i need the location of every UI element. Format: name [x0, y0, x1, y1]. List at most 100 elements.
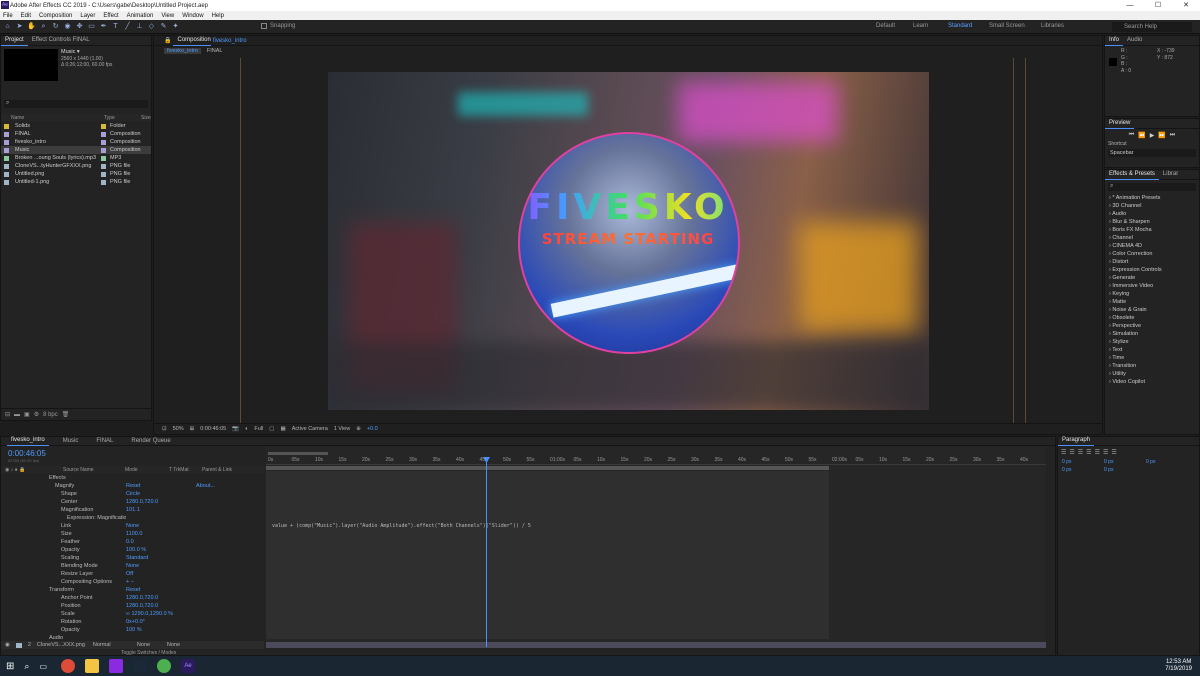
tab-render-queue[interactable]: Render Queue [127, 437, 174, 446]
tab-effect-controls[interactable]: Effect Controls FINAL [28, 36, 94, 45]
composition-canvas[interactable]: FIVESKO STREAM STARTING [328, 72, 929, 410]
workspace-small-screen[interactable]: Small Screen [989, 23, 1025, 29]
project-settings-icon[interactable]: ⚙ [34, 411, 39, 418]
property-value[interactable]: Standard [126, 555, 196, 561]
expression-text[interactable]: value + (comp("Music").layer("Audio Ampl… [272, 523, 531, 529]
file-explorer-icon[interactable] [85, 659, 99, 673]
timeline-track-area[interactable]: 0s 05s 10s 15s 20s 25s 30s 35s 40s 45s 50s 55s 01:00… [266, 447, 1046, 648]
property-value[interactable]: 100 % [126, 627, 196, 633]
col-mode[interactable]: Mode [125, 467, 169, 473]
work-area-bar[interactable] [266, 466, 829, 470]
property-row[interactable]: Opacity 100 % [1, 626, 264, 634]
lock-icon[interactable]: 🔒 [164, 37, 171, 44]
effects-category[interactable]: › 3D Channel [1105, 202, 1199, 210]
property-value[interactable]: 0x+0.0° [126, 619, 196, 625]
tab-timeline-fivesko-intro[interactable]: fivesko_intro [7, 436, 49, 446]
color-channel-icon[interactable]: ◐ [245, 426, 248, 432]
label-color-swatch[interactable] [4, 139, 9, 145]
menu-help[interactable]: Help [212, 13, 224, 19]
effects-category[interactable]: › Matte [1105, 298, 1199, 306]
col-size[interactable]: Size [141, 115, 151, 121]
tab-composition[interactable]: Composition [173, 36, 211, 46]
project-row[interactable]: Untitled-1.png PNG file [1, 178, 151, 186]
work-area-navigator[interactable] [268, 452, 328, 455]
steam-icon[interactable] [133, 659, 147, 673]
property-row[interactable]: Transform Reset [1, 586, 264, 594]
property-value[interactable]: Reset [126, 483, 196, 489]
property-value[interactable]: Circle [126, 491, 196, 497]
tab-project[interactable]: Project [1, 36, 28, 46]
close-button[interactable]: ✕ [1172, 0, 1200, 11]
space-after-value[interactable]: 0 px [1104, 467, 1144, 473]
tab-preview[interactable]: Preview [1105, 119, 1135, 129]
layer-row-2[interactable]: ◉ 2 CloneVS...XXX.png Normal None None [1, 641, 264, 649]
workspace-default[interactable]: Default [876, 23, 895, 29]
exposure-value[interactable]: +0.0 [367, 426, 378, 432]
menu-effect[interactable]: Effect [103, 13, 118, 19]
property-value[interactable]: 1280.0,720.0 [126, 595, 196, 601]
minimize-button[interactable]: — [1116, 0, 1144, 11]
label-color-swatch[interactable] [4, 147, 9, 153]
property-row[interactable]: Scale ∞ 1290.0,1290.0 % [1, 610, 264, 618]
col-source-name[interactable]: Source Name [63, 467, 125, 473]
property-row[interactable]: Anchor Point 1280.0,720.0 [1, 594, 264, 602]
workspace-libraries[interactable]: Libraries [1041, 23, 1064, 29]
effects-category[interactable]: › Expression Controls [1105, 266, 1199, 274]
project-row[interactable]: Solids Folder [1, 122, 151, 130]
pen-tool-icon[interactable]: ✒ [99, 22, 108, 31]
shortcut-dropdown[interactable]: Spacebar [1108, 149, 1196, 157]
col-trkmat[interactable]: T TrkMat [169, 467, 202, 473]
project-row[interactable]: Music Composition [1, 146, 151, 154]
layer-label-color[interactable] [15, 642, 22, 648]
effects-search-input[interactable]: ⌕ [1108, 183, 1196, 191]
label-color-swatch[interactable] [4, 163, 9, 169]
transparency-grid-icon[interactable]: ▦ [281, 426, 286, 432]
property-row[interactable]: Opacity 100.0 % [1, 546, 264, 554]
align-right-icon[interactable]: ☰ [1078, 449, 1083, 456]
eraser-tool-icon[interactable]: ◇ [147, 22, 156, 31]
task-view-icon[interactable]: ▭ [39, 662, 47, 671]
windows-start-icon[interactable]: ⊞ [6, 661, 14, 672]
effects-category[interactable]: › Immersive Video [1105, 282, 1199, 290]
space-before-value[interactable]: 0 px [1062, 467, 1102, 473]
snapshot-icon[interactable]: 📷 [232, 426, 239, 432]
last-frame-icon[interactable]: ⏭ [1170, 132, 1175, 139]
prev-frame-icon[interactable]: ⏪ [1138, 132, 1145, 139]
app-icon[interactable] [109, 659, 123, 673]
label-color-swatch[interactable] [4, 171, 9, 177]
view-layout-dropdown[interactable]: 1 View [334, 426, 350, 432]
current-time[interactable]: 0:00:46:05 [8, 449, 46, 458]
chrome-icon[interactable] [61, 659, 75, 673]
property-row[interactable]: Expression: Magnification [1, 514, 264, 522]
fit-icon[interactable]: ⊞ [190, 426, 195, 432]
menu-file[interactable]: File [3, 13, 13, 19]
timecode-display[interactable]: 0:00:46:05 [200, 426, 226, 432]
property-value[interactable]: Reset [126, 587, 196, 593]
resolution-dropdown[interactable]: Full [254, 426, 263, 432]
trash-icon[interactable]: 🗑 [62, 411, 70, 418]
property-value[interactable]: 0.0 [126, 539, 196, 545]
first-frame-icon[interactable]: ⏮ [1129, 132, 1134, 139]
justify-center-icon[interactable]: ☰ [1095, 449, 1100, 456]
effects-category[interactable]: › Obsolete [1105, 314, 1199, 322]
col-name[interactable]: Name [1, 115, 95, 121]
home-icon[interactable]: ⌂ [3, 22, 12, 31]
tab-timeline-music[interactable]: Music [59, 437, 83, 446]
type-tool-icon[interactable]: T [111, 22, 120, 31]
effects-category[interactable]: › Utility [1105, 370, 1199, 378]
bpc-label[interactable]: 8 bpc [43, 412, 58, 418]
effects-category[interactable]: › * Animation Presets [1105, 194, 1199, 202]
property-row[interactable]: Center 1280.0,720.0 [1, 498, 264, 506]
property-value[interactable]: 1280.0,720.0 [126, 603, 196, 609]
interpret-footage-icon[interactable]: ⊟ [5, 411, 10, 418]
workspace-learn[interactable]: Learn [913, 23, 928, 29]
label-color-swatch[interactable] [4, 123, 9, 129]
menu-composition[interactable]: Composition [39, 13, 72, 19]
effects-category[interactable]: › Video Copilot [1105, 378, 1199, 386]
col-parent[interactable]: Parent & Link [202, 467, 232, 473]
menu-window[interactable]: Window [182, 13, 203, 19]
new-composition-icon[interactable]: ▣ [24, 411, 30, 418]
breadcrumb-fivesko-intro[interactable]: fivesko_intro [164, 47, 201, 54]
camera-tool-icon[interactable]: ◉ [63, 22, 72, 31]
col-type[interactable]: Type [95, 115, 141, 121]
